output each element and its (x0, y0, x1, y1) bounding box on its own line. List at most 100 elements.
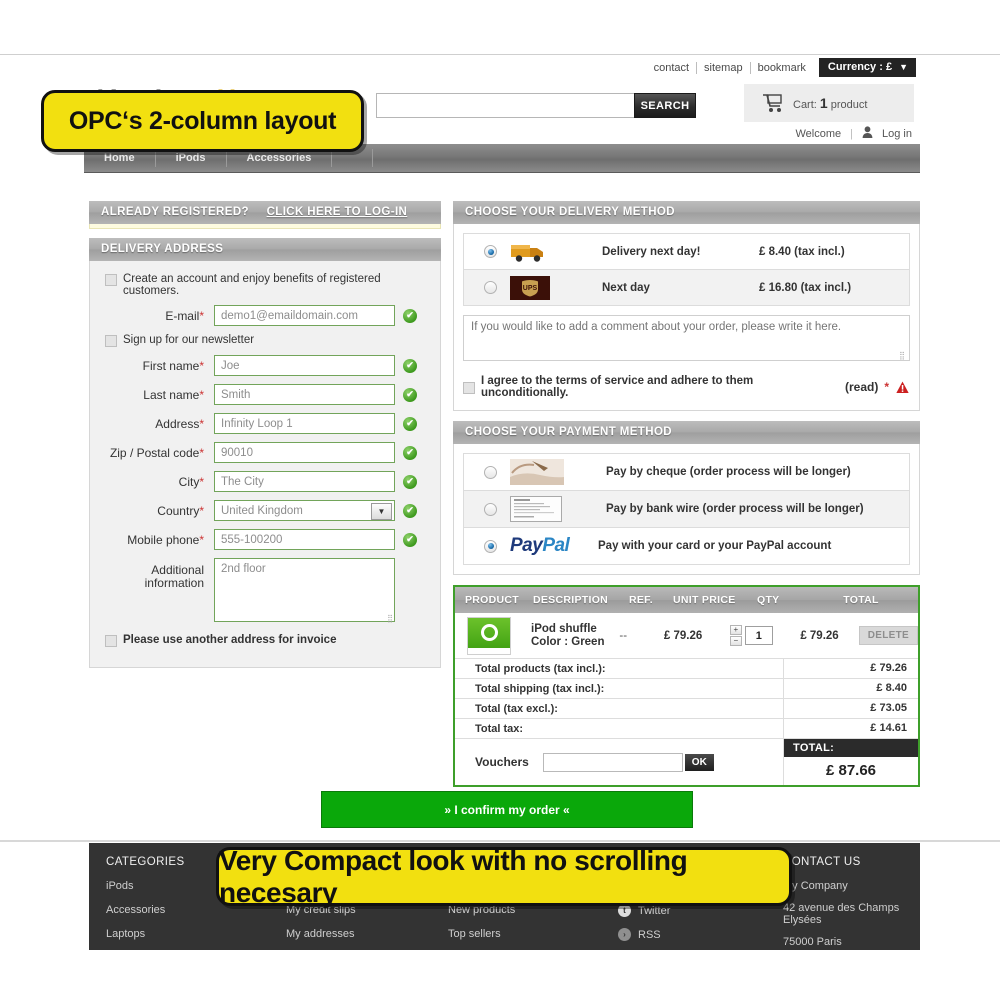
city-field[interactable] (214, 471, 395, 492)
user-icon (862, 126, 873, 141)
login-link[interactable]: Log in (882, 128, 912, 140)
voucher-input[interactable] (542, 752, 683, 772)
payment-radio-cheque[interactable] (484, 465, 497, 479)
field-row-last-name: Last name* ✔ (100, 384, 430, 405)
footer-address-city: 75000 Paris (783, 936, 842, 948)
create-account-label: Create an account and enjoy benefits of … (123, 273, 381, 297)
footer-link-laptops[interactable]: Laptops (106, 928, 269, 940)
decrease-quantity-button[interactable]: − (729, 636, 742, 646)
terms-checkbox[interactable] (463, 381, 475, 394)
increase-quantity-button[interactable]: + (729, 625, 742, 635)
product-thumbnail[interactable] (467, 616, 511, 655)
col-qty: QTY (757, 594, 780, 606)
resize-grip-icon[interactable]: ⣿ (899, 351, 905, 360)
login-here-link[interactable]: CLICK HERE TO LOG-IN (267, 206, 408, 218)
mobile-phone-field[interactable] (214, 529, 395, 550)
email-field[interactable] (214, 305, 395, 326)
truck-icon (510, 241, 554, 263)
address-field[interactable] (214, 413, 395, 434)
warning-icon (894, 379, 911, 394)
delivery-method-block: CHOOSE YOUR DELIVERY METHOD Delivery nex… (453, 201, 920, 411)
invoice-address-checkbox[interactable] (105, 635, 117, 647)
footer-address-street: 42 avenue des Champs Elysées (783, 902, 900, 926)
first-name-field[interactable] (214, 355, 395, 376)
payment-option-row[interactable]: PayPal Pay with your card or your PayPal… (464, 528, 909, 564)
highlight-strip (89, 224, 441, 229)
shopping-cart-icon (762, 93, 784, 113)
invoice-address-label: Please use another address for invoice (123, 634, 337, 646)
payment-option-row[interactable]: Pay by bank wire (order process will be … (464, 491, 909, 528)
table-row: iPod shuffle Color : Green -- £ 79.26 + … (455, 613, 918, 659)
svg-text:UPS: UPS (523, 285, 538, 292)
delivery-option-row[interactable]: Delivery next day! £ 8.40 (tax incl.) (464, 234, 909, 270)
cart-count: 1 (819, 95, 828, 111)
paypal-pal: Pal (542, 535, 570, 556)
total-label: Total products (tax incl.): (475, 662, 606, 675)
create-account-row[interactable]: Create an account and enjoy benefits of … (105, 273, 430, 297)
total-value: £ 73.05 (783, 699, 918, 718)
account-area: Welcome | Log in (796, 126, 912, 141)
cart-label: Cart: (793, 99, 817, 111)
cart-summary[interactable]: Cart: 1 product (744, 84, 914, 122)
col-description: DESCRIPTION (533, 594, 609, 606)
product-color: Color : Green (531, 635, 605, 648)
valid-check-icon: ✔ (403, 474, 417, 489)
additional-info-field[interactable]: 2nd floor (214, 558, 395, 622)
invoice-address-row[interactable]: Please use another address for invoice (105, 634, 430, 647)
payment-radio-paypal[interactable] (484, 539, 497, 553)
last-name-field[interactable] (214, 384, 395, 405)
cart-table-header: PRODUCT DESCRIPTION REF. UNIT PRICE QTY … (455, 587, 918, 613)
zip-field[interactable] (214, 442, 395, 463)
footer-link-rss[interactable]: RSS (638, 929, 661, 941)
delete-product-button[interactable]: DELETE (858, 626, 918, 645)
footer-title-contact-us: CONTACT US (783, 856, 861, 868)
search-input[interactable] (376, 93, 634, 118)
country-select[interactable]: United Kingdom ▼ (214, 500, 395, 521)
ipod-shuffle-image (468, 617, 510, 648)
terms-agreement-row[interactable]: I agree to the terms of service and adhe… (463, 375, 911, 401)
payment-method-block: CHOOSE YOUR PAYMENT METHOD Pay by cheque… (453, 421, 920, 575)
country-selected-value: United Kingdom (221, 504, 303, 517)
quantity-input[interactable]: 1 (744, 626, 773, 645)
field-row-address: Address* ✔ (100, 413, 430, 434)
valid-check-icon: ✔ (403, 358, 417, 373)
search-button[interactable]: SEARCH (634, 93, 696, 118)
delivery-option-name: Delivery next day! (602, 245, 701, 258)
page-root: contact sitemap bookmark Currency : £ ▼ … (0, 0, 1000, 1000)
order-comment-field[interactable] (463, 315, 910, 361)
footer-social-rss[interactable]: › RSS (618, 928, 766, 941)
total-value: £ 8.40 (783, 679, 918, 698)
stepper-buttons: + − (729, 625, 742, 646)
delivery-address-header: DELIVERY ADDRESS (89, 238, 441, 261)
delivery-radio-next-day[interactable] (484, 281, 497, 294)
footer-link-my-addresses[interactable]: My addresses (286, 928, 431, 940)
delivery-option-row[interactable]: UPS Next day £ 16.80 (tax incl.) (464, 270, 909, 306)
resize-grip-icon[interactable]: ⣿ (387, 614, 393, 623)
payment-option-row[interactable]: Pay by cheque (order process will be lon… (464, 454, 909, 491)
already-registered-title: ALREADY REGISTERED? (101, 206, 249, 218)
newsletter-checkbox[interactable] (105, 335, 117, 347)
terms-read-link[interactable]: (read) (845, 380, 878, 394)
chevron-down-icon[interactable]: ▼ (371, 503, 392, 520)
newsletter-row[interactable]: Sign up for our newsletter (105, 334, 430, 347)
label-additional-info: Additional information (144, 563, 204, 590)
control-last-name (214, 384, 395, 405)
total-label: Total tax: (475, 722, 524, 735)
label-first-name: First name* (100, 359, 214, 373)
product-line-total: £ 79.26 (800, 629, 839, 642)
payment-radio-bank-wire[interactable] (484, 502, 497, 516)
label-last-name: Last name* (100, 388, 214, 402)
quantity-stepper: + − 1 (722, 625, 780, 646)
create-account-checkbox[interactable] (105, 274, 117, 286)
voucher-ok-button[interactable]: OK (684, 753, 714, 771)
valid-check-icon: ✔ (403, 445, 417, 460)
delivery-radio-next-day-express[interactable] (484, 245, 497, 258)
control-additional-info: 2nd floor ⣿ (214, 558, 395, 625)
delivery-option-name: Next day (602, 281, 650, 294)
required-mark: * (199, 532, 204, 547)
footer-link-top-sellers[interactable]: Top sellers (448, 928, 601, 940)
label-city: City* (100, 475, 214, 489)
confirm-order-button[interactable]: » I confirm my order « (321, 791, 693, 828)
control-address (214, 413, 395, 434)
product-name: iPod shuffle (531, 622, 597, 635)
